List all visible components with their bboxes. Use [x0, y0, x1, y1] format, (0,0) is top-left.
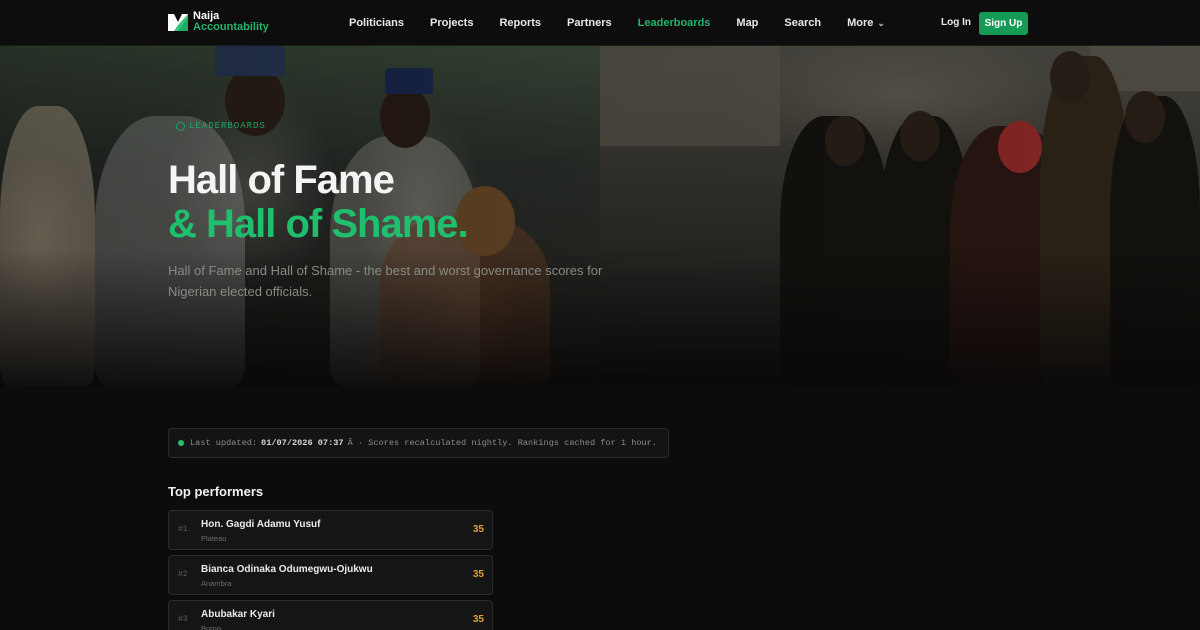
- politician-state: Borno: [201, 624, 222, 630]
- logo-icon: [168, 14, 188, 31]
- leaderboard-row[interactable]: #2 Bianca Odinaka Odumegwu-Ojukwu Anambr…: [168, 555, 493, 595]
- hero-title-line1: Hall of Fame: [168, 158, 395, 202]
- rank-number: #2: [178, 570, 188, 579]
- logo-text-line2: Accountability: [193, 21, 269, 33]
- top-performers-title: Top performers: [168, 484, 264, 499]
- nav-more[interactable]: More ⌄: [847, 17, 885, 29]
- nav-search[interactable]: Search: [784, 17, 821, 29]
- politician-name: Bianca Odinaka Odumegwu-Ojukwu: [201, 564, 373, 575]
- last-updated-bar: Last updated: 01/07/2026 07:37 Â · Score…: [168, 428, 669, 458]
- signup-button[interactable]: Sign Up: [979, 12, 1028, 35]
- nav-more-label: More: [847, 17, 874, 29]
- politician-state: Anambra: [201, 579, 232, 588]
- last-updated-label: Last updated:: [190, 438, 258, 448]
- hero-title-line2: & Hall of Shame.: [168, 202, 469, 246]
- status-dot-icon: [178, 440, 184, 446]
- trophy-icon: [176, 121, 185, 131]
- politician-name: Hon. Gagdi Adamu Yusuf: [201, 519, 321, 530]
- leaderboards-badge: LEADERBOARDS: [176, 121, 266, 131]
- chevron-down-icon: ⌄: [877, 18, 885, 28]
- hero-subtitle: Hall of Fame and Hall of Shame - the bes…: [168, 263, 603, 299]
- score-value: 35: [472, 614, 484, 625]
- login-link[interactable]: Log In: [941, 17, 971, 28]
- top-performers-list: #1 Hon. Gagdi Adamu Yusuf Plateau 35 #2 …: [168, 510, 493, 630]
- leaderboard-row[interactable]: #1 Hon. Gagdi Adamu Yusuf Plateau 35: [168, 510, 493, 550]
- score-value: 35: [472, 524, 484, 535]
- rank-number: #1: [178, 525, 188, 534]
- nav-politicians[interactable]: Politicians: [349, 17, 404, 29]
- badge-label: LEADERBOARDS: [189, 121, 266, 131]
- nav-projects[interactable]: Projects: [430, 17, 473, 29]
- top-navbar: Naija Accountability Politicians Project…: [0, 0, 1200, 46]
- rank-number: #3: [178, 615, 188, 624]
- nav-links: Politicians Projects Reports Partners Le…: [349, 0, 911, 46]
- nav-map[interactable]: Map: [736, 17, 758, 29]
- politician-name: Abubakar Kyari: [201, 609, 275, 620]
- brand-logo[interactable]: Naija Accountability: [167, 11, 269, 33]
- score-value: 35: [472, 569, 484, 580]
- last-updated-timestamp: 01/07/2026 07:37: [261, 438, 344, 448]
- nav-leaderboards[interactable]: Leaderboards: [638, 17, 711, 29]
- politician-state: Plateau: [201, 534, 227, 543]
- last-updated-note: Â · Scores recalculated nightly. Ranking…: [347, 438, 657, 448]
- nav-partners[interactable]: Partners: [567, 17, 612, 29]
- leaderboard-row[interactable]: #3 Abubakar Kyari Borno 35: [168, 600, 493, 630]
- nav-reports[interactable]: Reports: [499, 17, 541, 29]
